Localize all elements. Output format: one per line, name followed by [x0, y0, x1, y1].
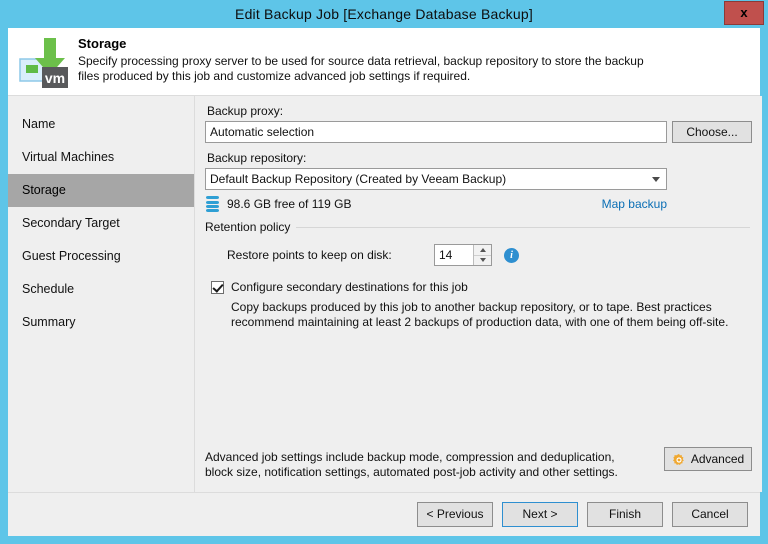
- choose-proxy-button[interactable]: Choose...: [672, 121, 752, 143]
- sidebar-item-summary[interactable]: Summary: [8, 306, 194, 339]
- secondary-destinations-label[interactable]: Configure secondary destinations for thi…: [231, 280, 468, 294]
- sidebar-item-guest-processing[interactable]: Guest Processing: [8, 240, 194, 273]
- secondary-destinations-checkbox[interactable]: [211, 280, 224, 294]
- previous-button[interactable]: < Previous: [417, 502, 493, 527]
- backup-proxy-row: Automatic selection Choose...: [205, 121, 752, 143]
- backup-repository-select[interactable]: Default Backup Repository (Created by Ve…: [205, 168, 667, 190]
- dialog-window: Edit Backup Job [Exchange Database Backu…: [0, 0, 768, 544]
- retention-policy-label: Retention policy: [205, 220, 291, 234]
- repository-free-space: 98.6 GB free of 119 GB: [227, 197, 352, 211]
- restore-points-stepper[interactable]: 14: [434, 244, 492, 266]
- repository-info-row: 98.6 GB free of 119 GB Map backup: [205, 196, 667, 212]
- banner-text-block: Storage Specify processing proxy server …: [74, 34, 663, 84]
- finish-button[interactable]: Finish: [587, 502, 663, 527]
- map-backup-link[interactable]: Map backup: [602, 197, 667, 211]
- retention-policy-header: Retention policy: [205, 220, 752, 234]
- dialog-body: vm Storage Specify processing proxy serv…: [8, 28, 762, 536]
- sidebar-item-secondary-target[interactable]: Secondary Target: [8, 207, 194, 240]
- restore-points-row: Restore points to keep on disk: 14 i: [205, 244, 752, 266]
- next-button[interactable]: Next >: [502, 502, 578, 527]
- stepper-up-icon[interactable]: [474, 245, 491, 256]
- backup-repository-value: Default Backup Repository (Created by Ve…: [210, 172, 507, 186]
- gear-icon: [672, 452, 686, 466]
- window-title: Edit Backup Job [Exchange Database Backu…: [235, 6, 533, 22]
- stepper-buttons: [473, 245, 491, 265]
- title-bar: Edit Backup Job [Exchange Database Backu…: [0, 0, 768, 28]
- backup-proxy-label: Backup proxy:: [207, 104, 284, 118]
- advanced-button[interactable]: Advanced: [664, 447, 752, 471]
- backup-repository-label: Backup repository:: [207, 151, 307, 165]
- group-divider: [296, 226, 750, 228]
- restore-points-label: Restore points to keep on disk:: [227, 248, 392, 262]
- disk-stack-icon: [206, 196, 219, 212]
- advanced-settings-area: Advanced job settings include backup mod…: [205, 447, 752, 480]
- retention-policy-group: Retention policy Restore points to keep …: [205, 220, 752, 266]
- sidebar-item-storage[interactable]: Storage: [8, 174, 194, 207]
- sidebar-item-schedule[interactable]: Schedule: [8, 273, 194, 306]
- main-region: Name Virtual Machines Storage Secondary …: [8, 96, 762, 492]
- cancel-button[interactable]: Cancel: [672, 502, 748, 527]
- check-icon: [212, 280, 224, 293]
- info-icon[interactable]: i: [504, 247, 519, 263]
- secondary-destinations-row[interactable]: Configure secondary destinations for thi…: [205, 280, 752, 294]
- stepper-down-icon[interactable]: [474, 256, 491, 266]
- sidebar-item-name[interactable]: Name: [8, 108, 194, 141]
- backup-proxy-input[interactable]: Automatic selection: [205, 121, 667, 143]
- vm-download-icon: vm: [16, 34, 74, 92]
- page-description: Specify processing proxy server to be us…: [78, 54, 644, 83]
- secondary-destinations-description: Copy backups produced by this job to ano…: [231, 300, 729, 329]
- chevron-down-icon: [652, 177, 660, 182]
- wizard-button-bar: < Previous Next > Finish Cancel: [8, 492, 760, 536]
- close-icon[interactable]: x: [724, 1, 764, 25]
- header-banner: vm Storage Specify processing proxy serv…: [8, 28, 760, 96]
- restore-points-input[interactable]: 14: [435, 245, 473, 265]
- wizard-sidebar: Name Virtual Machines Storage Secondary …: [8, 96, 195, 492]
- page-title: Storage: [78, 36, 127, 51]
- sidebar-item-virtual-machines[interactable]: Virtual Machines: [8, 141, 194, 174]
- svg-text:vm: vm: [45, 70, 65, 86]
- advanced-description: Advanced job settings include backup mod…: [205, 450, 618, 479]
- content-pane: Backup proxy: Automatic selection Choose…: [195, 96, 762, 492]
- advanced-button-label: Advanced: [690, 452, 745, 466]
